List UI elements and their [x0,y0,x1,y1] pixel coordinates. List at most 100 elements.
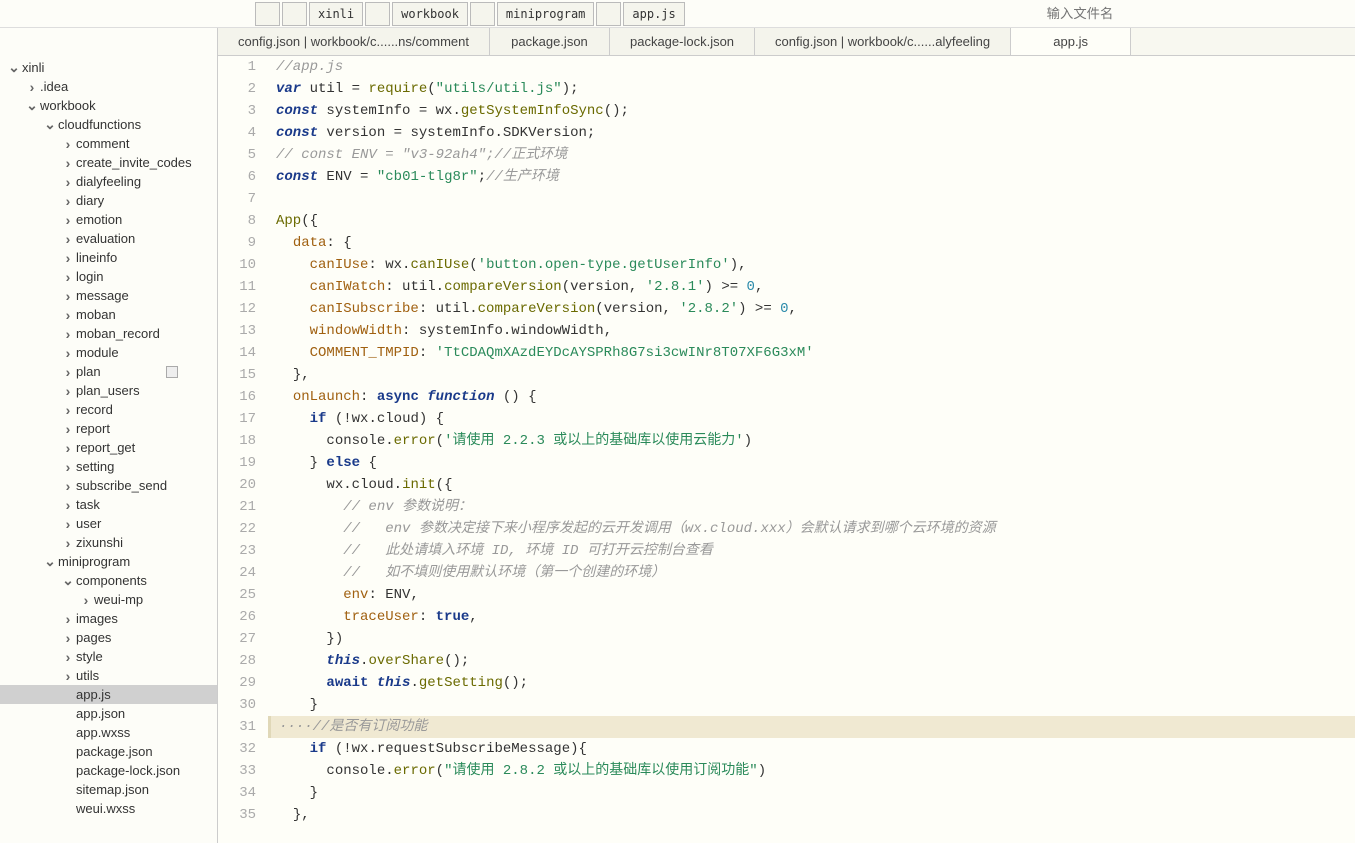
code-line[interactable]: traceUser: true, [276,606,1355,628]
code-line[interactable]: } [276,782,1355,804]
chevron-right-icon[interactable] [62,421,74,437]
code-line[interactable]: console.error('请使用 2.2.3 或以上的基础库以使用云能力') [276,430,1355,452]
chevron-right-icon[interactable] [62,136,74,152]
tree-item[interactable]: zixunshi [0,533,217,552]
tree-item[interactable]: evaluation [0,229,217,248]
tree-item[interactable]: package.json [0,742,217,761]
breadcrumb-segment[interactable] [255,2,280,26]
chevron-right-icon[interactable] [62,250,74,266]
tree-item[interactable]: .idea [0,77,217,96]
chevron-right-icon[interactable] [62,516,74,532]
chevron-right-icon[interactable] [62,459,74,475]
tree-item[interactable]: message [0,286,217,305]
chevron-right-icon[interactable] [62,193,74,209]
code-line[interactable]: }, [276,364,1355,386]
tree-item[interactable]: weui.wxss [0,799,217,818]
tree-item[interactable]: moban_record [0,324,217,343]
tree-item[interactable]: app.js [0,685,217,704]
tree-item[interactable]: report [0,419,217,438]
code-line[interactable]: this.overShare(); [276,650,1355,672]
file-tree-sidebar[interactable]: xinli.ideaworkbookcloudfunctionscommentc… [0,28,218,843]
tree-item[interactable]: miniprogram [0,552,217,571]
tree-item[interactable]: login [0,267,217,286]
tree-item[interactable]: subscribe_send [0,476,217,495]
code-line[interactable]: var util = require("utils/util.js"); [276,78,1355,100]
tree-item[interactable]: package-lock.json [0,761,217,780]
code-line[interactable]: ····//是否有订阅功能 [268,716,1355,738]
breadcrumb-segment[interactable] [470,2,495,26]
breadcrumb-segment[interactable]: workbook [392,2,468,26]
tree-item[interactable]: app.json [0,704,217,723]
tree-item[interactable]: utils [0,666,217,685]
code-line[interactable]: App({ [276,210,1355,232]
breadcrumb-segment[interactable] [282,2,307,26]
tree-item[interactable]: weui-mp [0,590,217,609]
code-line[interactable]: await this.getSetting(); [276,672,1355,694]
tree-item[interactable]: sitemap.json [0,780,217,799]
tree-item[interactable]: plan [0,362,217,381]
chevron-right-icon[interactable] [62,269,74,285]
code-line[interactable]: console.error("请使用 2.8.2 或以上的基础库以使用订阅功能"… [276,760,1355,782]
tree-item[interactable]: task [0,495,217,514]
chevron-right-icon[interactable] [62,307,74,323]
code-line[interactable]: if (!wx.cloud) { [276,408,1355,430]
chevron-right-icon[interactable] [62,288,74,304]
chevron-right-icon[interactable] [62,649,74,665]
tree-item[interactable]: plan_users [0,381,217,400]
code-line[interactable]: windowWidth: systemInfo.windowWidth, [276,320,1355,342]
tree-item[interactable]: xinli [0,58,217,77]
chevron-right-icon[interactable] [62,440,74,456]
chevron-right-icon[interactable] [62,364,74,380]
editor-tab[interactable]: app.js [1011,28,1131,55]
code-line[interactable]: wx.cloud.init({ [276,474,1355,496]
tree-item[interactable]: components [0,571,217,590]
chevron-right-icon[interactable] [62,383,74,399]
breadcrumb-segment[interactable]: app.js [623,2,684,26]
chevron-down-icon[interactable] [62,572,74,589]
tree-item[interactable]: images [0,609,217,628]
file-search-input[interactable] [905,3,1255,25]
tree-item[interactable]: style [0,647,217,666]
chevron-right-icon[interactable] [62,497,74,513]
code-line[interactable] [276,188,1355,210]
tree-item[interactable]: create_invite_codes [0,153,217,172]
code-line[interactable]: canIUse: wx.canIUse('button.open-type.ge… [276,254,1355,276]
breadcrumb-segment[interactable]: xinli [309,2,363,26]
chevron-down-icon[interactable] [26,97,38,114]
code-line[interactable]: }) [276,628,1355,650]
tree-item[interactable]: workbook [0,96,217,115]
chevron-right-icon[interactable] [62,611,74,627]
code-line[interactable]: // env 参数决定接下来小程序发起的云开发调用（wx.cloud.xxx）会… [276,518,1355,540]
code-line[interactable]: canIWatch: util.compareVersion(version, … [276,276,1355,298]
chevron-right-icon[interactable] [62,212,74,228]
tree-item[interactable]: pages [0,628,217,647]
editor-tab[interactable]: package.json [490,28,610,55]
chevron-right-icon[interactable] [26,79,38,95]
code-line[interactable]: //app.js [276,56,1355,78]
tree-item[interactable]: emotion [0,210,217,229]
code-line[interactable]: // 此处请填入环境 ID, 环境 ID 可打开云控制台查看 [276,540,1355,562]
chevron-right-icon[interactable] [62,155,74,171]
code-line[interactable]: data: { [276,232,1355,254]
tree-item[interactable]: user [0,514,217,533]
code-line[interactable]: canISubscribe: util.compareVersion(versi… [276,298,1355,320]
code-line[interactable]: if (!wx.requestSubscribeMessage){ [276,738,1355,760]
chevron-down-icon[interactable] [44,116,56,133]
tree-item[interactable]: comment [0,134,217,153]
chevron-right-icon[interactable] [62,402,74,418]
code-line[interactable]: } [276,694,1355,716]
code-line[interactable]: const ENV = "cb01-tlg8r";//生产环境 [276,166,1355,188]
chevron-right-icon[interactable] [62,231,74,247]
tree-item[interactable]: module [0,343,217,362]
code-line[interactable]: // const ENV = "v3-92ah4";//正式环境 [276,144,1355,166]
chevron-right-icon[interactable] [62,535,74,551]
chevron-down-icon[interactable] [44,553,56,570]
chevron-right-icon[interactable] [62,630,74,646]
tree-item[interactable]: report_get [0,438,217,457]
code-line[interactable]: onLaunch: async function () { [276,386,1355,408]
chevron-right-icon[interactable] [62,326,74,342]
tree-item[interactable]: record [0,400,217,419]
code-line[interactable]: } else { [276,452,1355,474]
tree-item[interactable]: lineinfo [0,248,217,267]
chevron-right-icon[interactable] [62,345,74,361]
